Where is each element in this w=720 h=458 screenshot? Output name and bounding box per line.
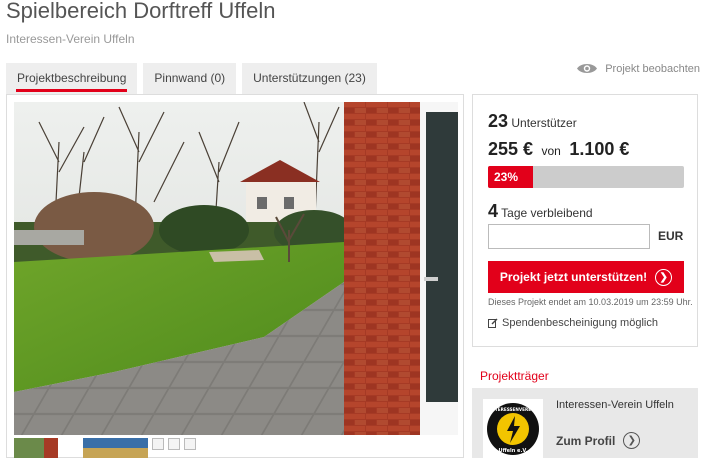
supporters-label: Unterstützer — [511, 116, 577, 130]
thumbnail-4[interactable] — [168, 438, 180, 450]
edit-icon — [488, 318, 498, 328]
raised-amount: 255 € — [488, 139, 534, 159]
projekttraeger-card: INTERESSENVEREIN Uffeln e.V. Interessen-… — [472, 388, 698, 458]
tab-unterstuetzungen[interactable]: Unterstützungen (23) — [242, 63, 377, 94]
days-remaining: 4 Tage verbleibend — [488, 201, 593, 222]
profile-link-label: Zum Profil — [556, 433, 616, 448]
arrow-right-circle-icon: ❯ — [623, 432, 641, 449]
thumbnail-3[interactable] — [152, 438, 164, 450]
organization-name: Interessen-Verein Uffeln — [556, 399, 674, 411]
logo-text-top: INTERESSENVEREIN — [490, 407, 537, 412]
donation-receipt-note: Spendenbescheinigung möglich — [488, 317, 658, 329]
support-project-button[interactable]: Projekt jetzt unterstützen! ❯ — [488, 261, 684, 293]
supporters-stat: 23 Unterstützer — [488, 111, 577, 132]
thumbnail-5[interactable] — [184, 438, 196, 450]
profile-link[interactable]: Zum Profil ❯ — [556, 432, 641, 449]
tab-pinnwand[interactable]: Pinnwand (0) — [143, 63, 237, 94]
projekttraeger-heading: Projektträger — [480, 369, 549, 383]
currency-label: EUR — [658, 229, 684, 243]
page-subtitle: Interessen-Verein Uffeln — [6, 32, 135, 46]
supporters-count: 23 — [488, 111, 509, 131]
logo-text-bottom: Uffeln e.V. — [499, 448, 528, 454]
von-label: von — [541, 144, 561, 158]
project-photo[interactable] — [14, 102, 458, 435]
donation-label: Spendenbescheinigung möglich — [502, 317, 658, 329]
thumbnail-1[interactable] — [14, 438, 58, 458]
garden-photo-image — [14, 102, 458, 435]
eye-icon — [577, 64, 598, 73]
progress-fill: 23% — [488, 166, 534, 188]
project-end-note: Dieses Projekt endet am 10.03.2019 um 23… — [488, 297, 693, 307]
logo-image: INTERESSENVEREIN Uffeln e.V. — [487, 402, 539, 455]
thumbnail-strip — [14, 438, 200, 458]
organization-logo[interactable]: INTERESSENVEREIN Uffeln e.V. — [483, 399, 543, 458]
support-button-label: Projekt jetzt unterstützen! — [499, 270, 648, 284]
support-panel: 23 Unterstützer 255 € von 1.100 € 23% 4 … — [472, 94, 698, 347]
funding-progress-bar: 23% — [488, 166, 684, 188]
amount-input[interactable] — [488, 224, 650, 249]
goal-amount: 1.100 € — [569, 139, 630, 159]
watch-label: Projekt beobachten — [605, 62, 700, 75]
page-title: Spielbereich Dorftreff Uffeln — [6, 0, 276, 23]
watch-project-link[interactable]: Projekt beobachten — [576, 62, 700, 75]
tab-projektbeschreibung[interactable]: Projektbeschreibung — [6, 63, 138, 94]
thumbnail-2[interactable] — [62, 438, 148, 458]
project-media — [6, 94, 464, 458]
arrow-right-circle-icon: ❯ — [655, 268, 673, 286]
tab-bar: Projektbeschreibung Pinnwand (0) Unterst… — [6, 63, 383, 94]
days-count: 4 — [488, 201, 499, 221]
funding-amount: 255 € von 1.100 € — [488, 139, 629, 160]
days-label: Tage verbleibend — [501, 206, 593, 220]
